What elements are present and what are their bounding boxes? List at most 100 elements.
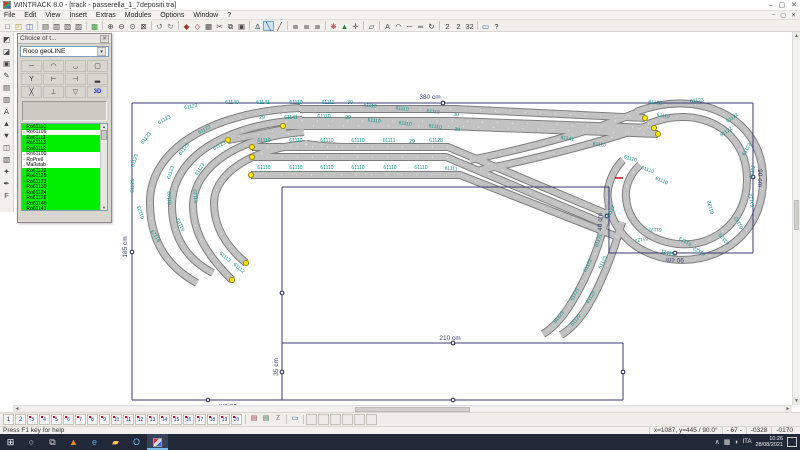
zoom-out-icon[interactable]: ⊖ [116,21,127,31]
sheet-9[interactable]: 9 [99,414,110,425]
taskbar-wintrack[interactable] [147,434,168,450]
up-icon[interactable]: ▲ [1,117,13,129]
buffer-stop[interactable] [249,154,254,159]
screen-icon[interactable]: ▭ [480,21,491,31]
scroll-up-icon[interactable]: ▲ [101,124,107,129]
wye-piece-icon[interactable]: Y [21,73,42,85]
select-half-icon[interactable]: ◩ [1,33,13,45]
sheet-7[interactable]: 7 [75,414,86,425]
plan-node[interactable] [451,398,455,402]
monitor-icon[interactable]: ▭ [289,414,301,425]
flagpole-icon[interactable]: F [1,189,13,201]
taskbar-file-explorer[interactable]: ▰ [105,434,126,450]
menu-help[interactable]: ? [227,12,231,19]
z-order-icon[interactable]: Z [272,414,284,425]
buffer-stop[interactable] [655,131,660,136]
copy-icon[interactable]: ⧉ [225,21,236,31]
sheet-12[interactable]: 12 [135,414,146,425]
buffer-stop[interactable] [248,172,253,177]
move-icon[interactable]: ✛ [350,21,361,31]
crossing-piece-icon[interactable]: ╳ [21,86,42,98]
list-3-icon[interactable]: ≣ [312,21,323,31]
split-icon[interactable]: ◫ [1,141,13,153]
plan-page-1[interactable]: 1 [3,414,14,425]
parts-stack-icon[interactable]: ▤ [248,414,260,425]
tray-chevron-icon[interactable]: ∧ [715,438,720,446]
turnout-right-piece-icon[interactable]: ⊣ [65,73,86,85]
list-item[interactable]: ⌁Ro61141 [22,207,100,212]
track-segment[interactable] [561,222,622,335]
grid-icon[interactable]: ▦ [203,21,214,31]
plan-node[interactable] [621,370,625,374]
zoom-window-icon[interactable]: ⊠ [138,21,149,31]
sheet-15[interactable]: 15 [171,414,182,425]
menu-insert[interactable]: Insert [69,12,87,19]
select-quarter-icon[interactable]: ◪ [1,45,13,57]
draw-line-2-icon[interactable]: ╱ [274,21,285,31]
redo-icon[interactable]: ↻ [165,21,176,31]
plan-page-2[interactable]: 2 [15,414,26,425]
cut-icon[interactable]: ✂ [214,21,225,31]
flag-icon[interactable]: ▲ [339,21,350,31]
sheet-16[interactable]: 16 [183,414,194,425]
menu-extras[interactable]: Extras [96,12,116,19]
print-preview-icon[interactable]: ▤ [40,21,51,31]
language-indicator[interactable]: ITA [743,439,752,445]
paint-icon[interactable]: ❋ [328,21,339,31]
menu-file[interactable]: File [4,12,15,19]
zoom-100-icon[interactable]: ⊙ [127,21,138,31]
straight-tool-icon[interactable]: ─ [404,21,415,31]
sheet-19[interactable]: 19 [219,414,230,425]
angle-tool-icon[interactable]: ∆ [252,21,263,31]
list-2-icon[interactable]: ≣ [301,21,312,31]
sheet-13[interactable]: 13 [147,414,158,425]
buffer-stop[interactable] [651,125,656,130]
mdi-close-button[interactable]: ✕ [791,12,796,19]
plan-node[interactable] [206,398,210,402]
menu-modules[interactable]: Modules [125,12,151,19]
restore-button[interactable]: ▢ [779,1,786,10]
open-folder-icon[interactable]: ◰ [13,21,24,31]
panel-close-icon[interactable]: ✕ [100,35,109,43]
sheet-14[interactable]: 14 [159,414,170,425]
taskbar-start[interactable]: ⊞ [0,434,21,450]
rotate-tool-icon[interactable]: ↻ [426,21,437,31]
plan-node[interactable] [280,370,284,374]
taskbar-outlook[interactable]: O [126,434,147,450]
catalog-icon[interactable]: ◆ [181,21,192,31]
buffer-stop[interactable] [249,144,254,149]
sheet-11[interactable]: 11 [123,414,134,425]
clock[interactable]: 10:26 28/08/2021 [755,436,783,449]
paste-icon[interactable]: ▣ [236,21,247,31]
layer-2b-icon[interactable]: 2 [453,21,464,31]
straight-piece-icon[interactable]: ─ [21,60,42,72]
scroll-left-icon[interactable]: ◄ [13,406,21,412]
chevron-down-icon[interactable]: ▾ [97,47,106,56]
sheet-3[interactable]: 3 [27,414,38,425]
zoom-in-icon[interactable]: ⊕ [105,21,116,31]
sheet-8[interactable]: 8 [87,414,98,425]
down-icon[interactable]: ▼ [1,129,13,141]
menu-options[interactable]: Options [160,12,184,19]
new-file-icon[interactable]: □ [2,21,13,31]
scroll-thumb[interactable] [101,130,107,140]
layer-2a-icon[interactable]: 2 [442,21,453,31]
close-button[interactable]: ✕ [791,1,797,10]
menu-window[interactable]: Window [193,12,218,19]
taskbar-task-view[interactable]: ⧉ [42,434,63,450]
buffer-stop[interactable] [642,115,647,120]
mdi-minimize-button[interactable]: – [772,12,775,19]
special-piece-icon[interactable]: ▢ [87,60,108,72]
menu-view[interactable]: View [45,12,60,19]
help-icon[interactable]: ? [491,21,502,31]
parallel-tool-icon[interactable]: ═ [415,21,426,31]
save-icon[interactable]: ◫ [24,21,35,31]
taskbar-vlc[interactable]: ▲ [63,434,84,450]
list-1-icon[interactable]: ≣ [290,21,301,31]
print-icon[interactable]: ▥ [51,21,62,31]
scroll-down-icon[interactable]: ▼ [101,205,107,210]
text-icon[interactable]: A [382,21,393,31]
plan-node[interactable] [280,291,284,295]
pen-icon[interactable]: ✒ [1,177,13,189]
buffer-piece-icon[interactable]: ▂ [87,73,108,85]
